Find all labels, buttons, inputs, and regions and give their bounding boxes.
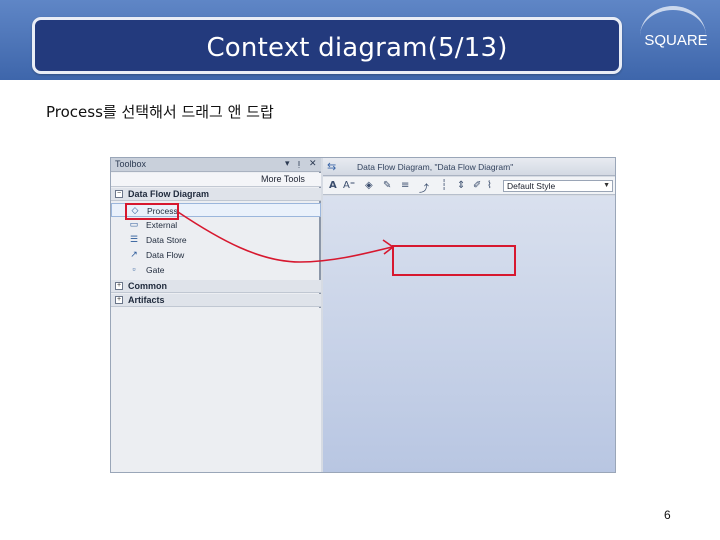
expand-icon[interactable]: + [115, 296, 123, 304]
toolbox-item-data-store[interactable]: ☰ Data Store [111, 233, 321, 247]
brush-icon[interactable]: ⌇ [487, 180, 492, 191]
data-store-icon: ☰ [129, 234, 139, 244]
group-common[interactable]: + Common [111, 280, 321, 293]
group-label: Artifacts [128, 295, 165, 305]
toolbox-panel: Toolbox ▾ ᴉ ✕ More Tools − Data Flow Dia… [111, 158, 321, 472]
data-flow-icon: ↗ [130, 249, 138, 259]
designer-tab-title[interactable]: Data Flow Diagram, "Data Flow Diagram" [357, 162, 513, 172]
style-select-value: Default Style [507, 181, 556, 191]
gate-icon: ▫ [132, 264, 136, 274]
process-highlight-box [125, 203, 179, 220]
format-painter-icon[interactable]: ✐ [473, 180, 481, 191]
group-artifacts[interactable]: + Artifacts [111, 294, 321, 307]
diagram-canvas[interactable] [323, 196, 615, 472]
logo: SQUARE [644, 32, 708, 49]
toolbox-item-label: Data Store [146, 235, 187, 245]
toolbox-item-external[interactable]: ▭ External [111, 218, 321, 232]
designer-tabbar: ⇆ Data Flow Diagram, "Data Flow Diagram" [323, 158, 615, 176]
designer-toolbar: A A⁼ ◈ ✎ ≡ ⤴ ┆ ⇕ ✐ ⌇ Default Style ▼ [323, 177, 615, 195]
external-entity-icon: ▭ [129, 219, 139, 229]
page-number: 6 [664, 508, 671, 522]
line-color-icon[interactable]: ✎ [383, 180, 391, 191]
toolbox-item-label: External [146, 220, 178, 230]
toolbox-title: Toolbox [115, 159, 147, 169]
connector-icon[interactable]: ⤴ [419, 180, 429, 195]
diagram-designer: ⇆ Data Flow Diagram, "Data Flow Diagram"… [323, 158, 615, 472]
diagram-tab-icon: ⇆ [327, 160, 337, 173]
group-label: Common [128, 281, 167, 291]
line-width-icon[interactable]: ┆ [441, 180, 447, 191]
group-data-flow-diagram[interactable]: − Data Flow Diagram [111, 188, 321, 201]
line-style-icon[interactable]: ≡ [401, 180, 409, 191]
collapse-icon[interactable]: − [115, 190, 123, 198]
group-label: Data Flow Diagram [128, 189, 210, 199]
toolbox-item-label: Data Flow [146, 250, 185, 260]
text-style-icon[interactable]: A⁼ [343, 180, 355, 191]
chevron-down-icon[interactable]: ▼ [603, 182, 610, 189]
toolbox-empty-area [111, 308, 321, 472]
tool-screenshot: Toolbox ▾ ᴉ ✕ More Tools − Data Flow Dia… [110, 157, 616, 473]
more-tools-button[interactable]: More Tools [111, 173, 321, 187]
style-select[interactable]: Default Style ▼ [503, 180, 613, 192]
fill-color-icon[interactable]: ◈ [365, 180, 373, 191]
toolbox-item-gate[interactable]: ▫ Gate [111, 263, 321, 277]
slide-title-box: Context diagram(5/13) [32, 17, 622, 74]
toolbox-item-data-flow[interactable]: ↗ Data Flow [111, 248, 321, 262]
spin-icon[interactable]: ⇕ [457, 180, 465, 191]
more-tools-label: More Tools [261, 174, 305, 184]
pin-icon[interactable]: ᴉ [298, 158, 300, 168]
expand-icon[interactable]: + [115, 282, 123, 290]
dropdown-icon[interactable]: ▾ [285, 158, 290, 169]
toolbox-item-label: Gate [146, 265, 165, 275]
close-icon[interactable]: ✕ [309, 158, 317, 169]
slide-subtitle: Process를 선택해서 드래그 앤 드랍 [46, 103, 274, 121]
drop-target-box [392, 245, 516, 276]
slide-title: Context diagram(5/13) [206, 33, 508, 63]
font-color-icon[interactable]: A [329, 180, 337, 191]
toolbox-titlebar: Toolbox ▾ ᴉ ✕ [111, 158, 321, 172]
